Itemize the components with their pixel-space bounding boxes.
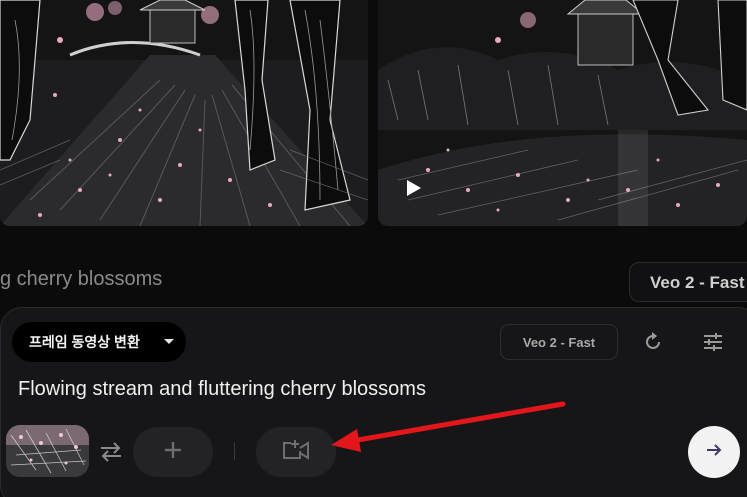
mode-selector-dropdown[interactable]: 프레임 동영상 변환 (12, 322, 186, 362)
scratchboard-stream-art (378, 0, 747, 226)
previous-model-chip[interactable]: Veo 2 - Fast (629, 262, 747, 302)
add-frame-button[interactable] (133, 427, 213, 477)
sliders-icon[interactable] (698, 326, 728, 358)
previous-prompt-text: g cherry blossoms (0, 268, 163, 290)
play-icon[interactable] (404, 178, 424, 198)
prompt-input[interactable]: Flowing stream and fluttering cherry blo… (18, 378, 426, 401)
video-generation-screen: g cherry blossoms Veo 2 - Fast 프레임 동영상 변… (0, 0, 747, 497)
camera-control-button[interactable] (256, 427, 336, 477)
camera-add-icon (281, 439, 311, 466)
divider (234, 442, 235, 460)
plus-icon (163, 440, 183, 465)
mode-selector-label: 프레임 동영상 변환 (29, 334, 140, 350)
generated-video-thumbnail-2[interactable] (378, 0, 747, 226)
refresh-icon[interactable] (638, 326, 668, 358)
generated-video-thumbnail-1[interactable] (0, 0, 368, 226)
start-frame-thumbnail[interactable] (6, 425, 89, 477)
model-selector-button[interactable]: Veo 2 - Fast (500, 324, 618, 360)
swap-arrows-icon[interactable] (96, 438, 126, 466)
send-button[interactable] (688, 426, 740, 478)
chevron-down-icon (164, 339, 174, 344)
arrow-right-icon (705, 442, 723, 463)
scratchboard-garden-art (0, 0, 368, 226)
